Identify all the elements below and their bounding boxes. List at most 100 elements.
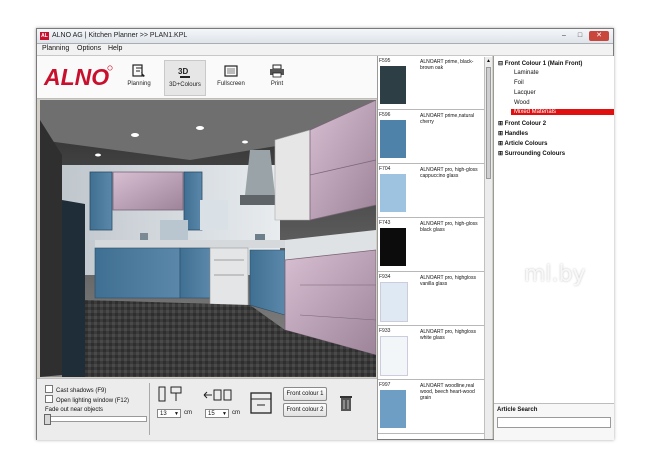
catalog-item[interactable]: F934 ALNOART pro, highgloss vanilla glas… xyxy=(378,272,492,326)
expand-icon[interactable]: ⊞ xyxy=(498,121,505,127)
fade-slider[interactable] xyxy=(44,414,147,425)
colour-swatch xyxy=(380,336,408,376)
colour-tree: ⊟ Front Colour 1 (Main Front) Laminate F… xyxy=(493,56,614,440)
title-bar: AL ALNO AG | Kitchen Planner >> PLAN1.KP… xyxy=(37,29,613,44)
tree-item-lacquer[interactable]: Lacquer xyxy=(514,90,536,96)
catalog-item[interactable]: F933 ALNOART pro, highgloss white glass xyxy=(378,326,492,380)
checkbox-box[interactable] xyxy=(45,395,53,403)
catalog-desc: ALNOART pro, highgloss vanilla glass xyxy=(420,275,476,287)
app-window: AL ALNO AG | Kitchen Planner >> PLAN1.KP… xyxy=(36,28,614,440)
close-button[interactable]: ✕ xyxy=(589,31,609,41)
catalog-desc: ALNOART pro, high-gloss cappuccino glass xyxy=(420,167,478,179)
menu-bar: Planning Options Help xyxy=(37,44,613,56)
colour-catalog: F595 ALNOART prime, black-brown oak F596… xyxy=(377,56,492,439)
tree-item-mixed-materials[interactable]: Mixed Materials xyxy=(511,109,614,115)
planning-icon xyxy=(132,64,145,77)
catalog-desc: ALNOART prime,natural cherry xyxy=(420,113,475,125)
cast-shadows-checkbox[interactable]: Cast shadows (F9) xyxy=(45,385,106,394)
collapse-icon[interactable]: ⊟ xyxy=(498,61,505,67)
maximize-button[interactable]: □ xyxy=(573,31,587,41)
tall-cabinet-icon xyxy=(158,386,182,402)
catalog-item[interactable]: F595 ALNOART prime, black-brown oak xyxy=(378,56,492,110)
print-button[interactable]: Print xyxy=(257,60,297,94)
catalog-item[interactable]: F596 ALNOART prime,natural cherry xyxy=(378,110,492,164)
chevron-down-icon: ▼ xyxy=(174,411,179,417)
front-colour-1-button[interactable]: Front colour 1 xyxy=(283,387,327,401)
scroll-up-icon[interactable]: ▲ xyxy=(486,58,491,64)
chevron-down-icon: ▼ xyxy=(222,411,227,417)
catalog-code: F743 xyxy=(379,220,391,226)
bottom-panel: Cast shadows (F9) Open lighting window (… xyxy=(37,378,377,440)
tree-group-front-colour-2[interactable]: ⊞ Front Colour 2 xyxy=(498,120,546,127)
catalog-item[interactable]: F704 ALNOART pro, high-gloss cappuccino … xyxy=(378,164,492,218)
kitchen-3d-render xyxy=(40,100,376,377)
cabinet-front-icon xyxy=(250,392,272,414)
dim1-select[interactable]: 13 ▼ xyxy=(157,409,181,418)
catalog-desc: ALNOART prime, black-brown oak xyxy=(420,59,474,71)
article-search-input[interactable] xyxy=(497,417,611,428)
dim1-value: 13 xyxy=(160,411,167,417)
expand-icon[interactable]: ⊞ xyxy=(498,131,505,137)
catalog-code: F933 xyxy=(379,328,391,334)
tree-group-handles[interactable]: ⊞ Handles xyxy=(498,130,528,137)
fullscreen-icon xyxy=(224,65,238,77)
fullscreen-label: Fullscreen xyxy=(217,81,245,87)
window-title: ALNO AG | Kitchen Planner >> PLAN1.KPL xyxy=(52,32,188,39)
colour-swatch xyxy=(380,120,406,158)
menu-help[interactable]: Help xyxy=(108,45,122,52)
slider-thumb[interactable] xyxy=(44,414,51,425)
scroll-thumb[interactable] xyxy=(486,67,491,179)
catalog-desc: ALNOART woodline,real wood, beech heart-… xyxy=(420,383,475,401)
tree-item-wood[interactable]: Wood xyxy=(514,100,530,106)
menu-planning[interactable]: Planning xyxy=(42,45,69,52)
tree-group-surrounding-colours[interactable]: ⊞ Surrounding Colours xyxy=(498,150,565,157)
catalog-code: F934 xyxy=(379,274,391,280)
catalog-desc: ALNOART pro, highgloss white glass xyxy=(420,329,476,341)
catalog-scrollbar[interactable]: ▲ xyxy=(484,57,492,439)
alno-logo: ALNO xyxy=(43,64,113,89)
dim2-unit: cm xyxy=(232,410,240,416)
minimize-button[interactable]: – xyxy=(557,31,571,41)
colour-swatch xyxy=(380,390,406,428)
tree-group-article-colours[interactable]: ⊞ Article Colours xyxy=(498,140,548,147)
open-lighting-label: Open lighting window (F12) xyxy=(56,398,130,404)
expand-icon[interactable]: ⊞ xyxy=(498,151,505,157)
3d-colours-button[interactable]: 3D 3D+Colours xyxy=(164,60,206,96)
open-lighting-checkbox[interactable]: Open lighting window (F12) xyxy=(45,395,129,404)
app-icon: AL xyxy=(40,32,49,40)
colour-swatch xyxy=(380,228,406,266)
print-label: Print xyxy=(270,81,284,87)
front-colour-2-button[interactable]: Front colour 2 xyxy=(283,403,327,417)
trash-icon[interactable] xyxy=(339,394,353,412)
toolbar: ALNO Planning 3D 3D+Colours Fullscreen P… xyxy=(37,56,377,99)
fullscreen-button[interactable]: Fullscreen xyxy=(211,60,251,94)
kitchen-3d-view[interactable] xyxy=(40,100,376,377)
catalog-item[interactable]: F997 ALNOART woodline,real wood, beech h… xyxy=(378,380,492,434)
dim2-value: 15 xyxy=(208,411,215,417)
menu-options[interactable]: Options xyxy=(77,45,101,52)
dim1-unit: cm xyxy=(184,410,192,416)
planning-label: Planning xyxy=(127,81,151,87)
cast-shadows-label: Cast shadows (F9) xyxy=(56,388,107,394)
width-gap-icon xyxy=(203,389,232,401)
fade-label: Fade out near objects xyxy=(45,407,104,413)
svg-text:ALNO: ALNO xyxy=(43,64,109,89)
catalog-code: F596 xyxy=(379,112,391,118)
catalog-desc: ALNOART pro, high-gloss black glass xyxy=(420,221,478,233)
colour-swatch xyxy=(380,174,406,212)
catalog-code: F704 xyxy=(379,166,391,172)
planning-button[interactable]: Planning xyxy=(119,60,159,94)
colour-swatch xyxy=(380,282,408,322)
3d-colours-icon: 3D xyxy=(178,67,190,78)
tree-item-laminate[interactable]: Laminate xyxy=(514,70,539,76)
tree-item-foil[interactable]: Foil xyxy=(514,80,524,86)
divider xyxy=(149,383,150,435)
checkbox-box[interactable] xyxy=(45,385,53,393)
print-icon xyxy=(270,64,284,78)
catalog-code: F997 xyxy=(379,382,391,388)
watermark: ml.by xyxy=(524,262,586,287)
article-search-label: Article Search xyxy=(497,407,538,413)
tree-group-front-colour-1[interactable]: ⊟ Front Colour 1 (Main Front) xyxy=(498,60,582,67)
catalog-item[interactable]: F743 ALNOART pro, high-gloss black glass xyxy=(378,218,492,272)
dim2-select[interactable]: 15 ▼ xyxy=(205,409,229,418)
